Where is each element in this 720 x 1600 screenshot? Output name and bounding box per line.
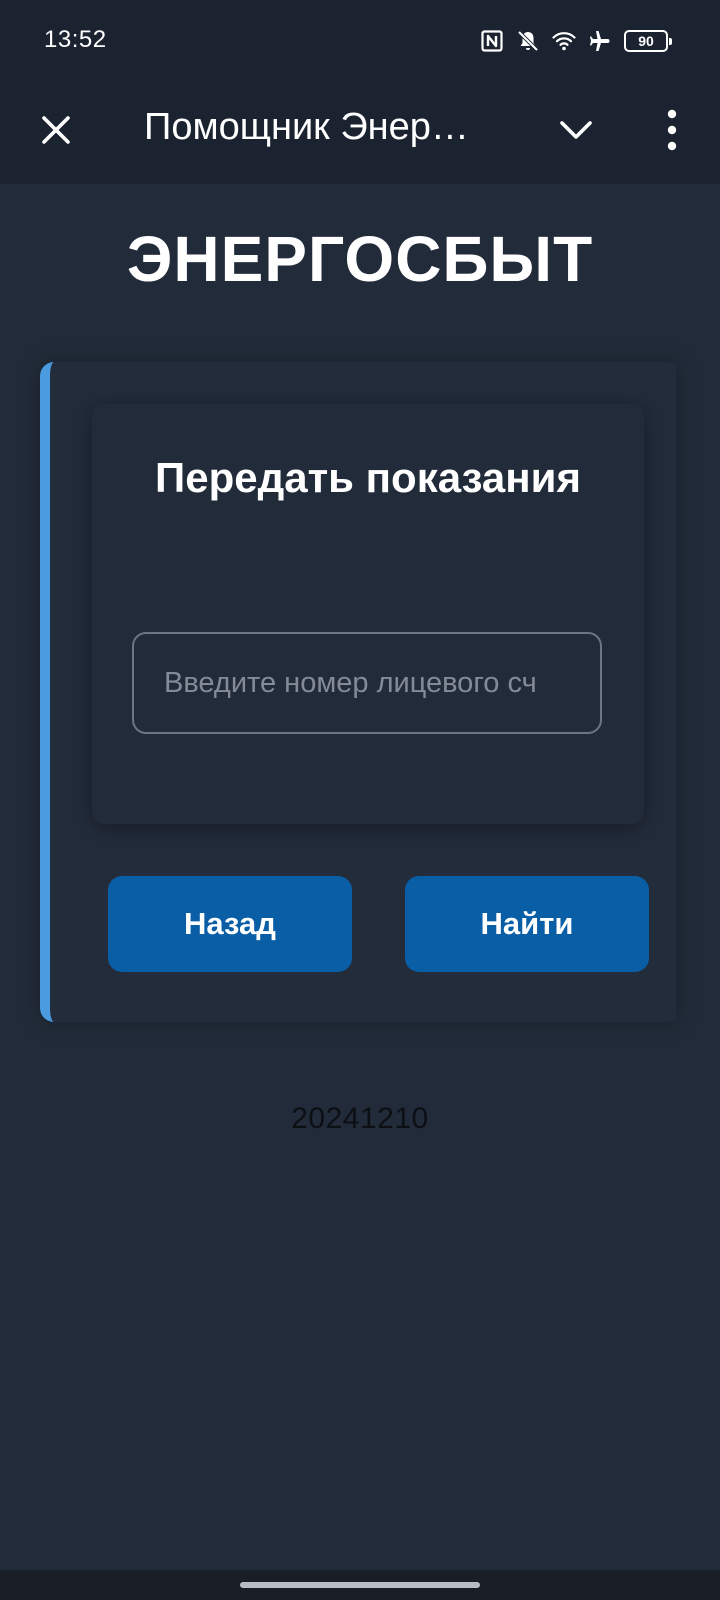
app-toolbar: Помощник Энер…: [0, 80, 720, 184]
bell-muted-icon: [517, 30, 539, 52]
nfc-icon: [481, 30, 503, 52]
readings-card: Передать показания Назад Найти: [40, 362, 676, 1022]
wifi-icon: [552, 32, 576, 51]
toolbar-title: Помощник Энер…: [144, 106, 469, 148]
brand-title: ЭНЕРГОСБЫТ: [126, 223, 594, 295]
airplane-icon: [590, 31, 610, 51]
status-icons: 90: [480, 24, 672, 58]
status-bar: 13:52 90: [0, 0, 720, 80]
more-vert-icon[interactable]: [652, 108, 692, 152]
version-label: 20241210: [291, 1102, 429, 1135]
close-icon[interactable]: [36, 110, 76, 150]
app-screen: 13:52 90 Помощник Энер… ЭНЕРГОСБЫТ Перед…: [0, 0, 720, 1600]
back-button[interactable]: Назад: [108, 876, 352, 972]
card-title: Передать показания: [155, 454, 581, 501]
status-time: 13:52: [44, 26, 107, 53]
battery-level: 90: [638, 33, 654, 49]
account-number-input[interactable]: [132, 632, 602, 734]
battery-indicator: 90: [624, 30, 672, 52]
readings-form: Передать показания: [92, 404, 644, 824]
navigation-bar: [0, 1570, 720, 1600]
home-indicator[interactable]: [240, 1582, 480, 1588]
chevron-down-icon[interactable]: [556, 110, 596, 150]
find-button[interactable]: Найти: [405, 876, 649, 972]
